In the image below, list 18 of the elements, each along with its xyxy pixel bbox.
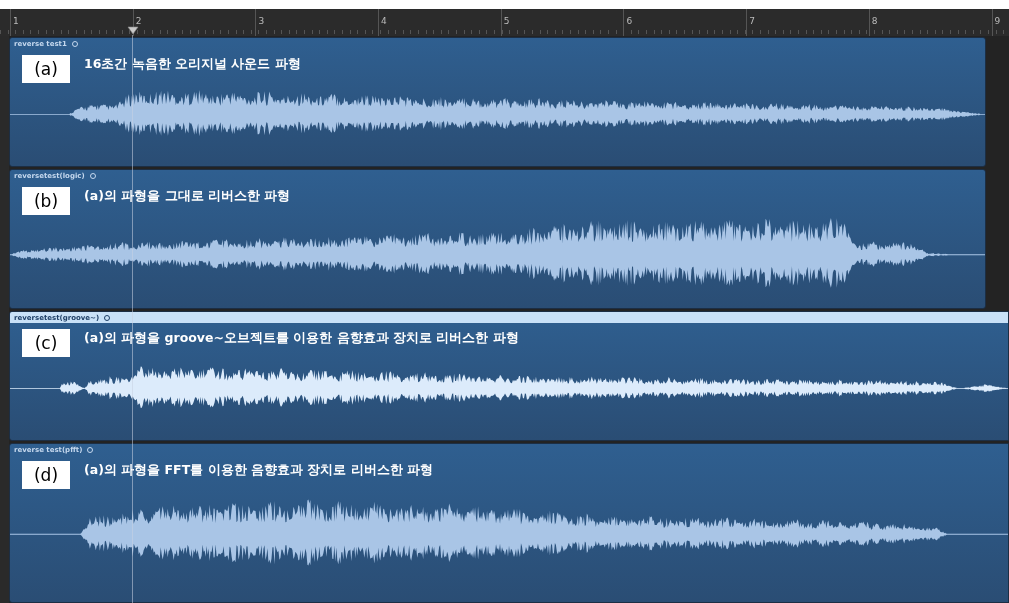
region-label: (d)	[22, 461, 70, 489]
region-label: (c)	[22, 329, 70, 357]
bar-number: 7	[748, 16, 755, 26]
timeline-ruler[interactable]: 1 2 3 4 5 6 7 8 9	[0, 9, 1009, 36]
region-label: (a)	[22, 55, 70, 83]
bar-number: 9	[993, 16, 1001, 26]
bar-number: 2	[134, 16, 142, 26]
bar-number: 5	[502, 16, 510, 26]
bar-number: 1	[12, 16, 19, 26]
region-caption: (a)의 파형을 groove~오브젝트를 이용한 음향효과 장치로 리버스한 파형	[84, 329, 519, 347]
bar-number: 8	[870, 16, 878, 26]
region-caption: (a)의 파형을 그대로 리버스한 파형	[84, 187, 291, 205]
region-label: (b)	[22, 187, 70, 215]
region-caption: (a)의 파형을 FFT를 이용한 음향효과 장치로 리버스한 파형	[84, 461, 433, 479]
bar-number: 3	[257, 16, 265, 26]
region-caption: 16초간 녹음한 오리지널 사운드 파형	[84, 55, 301, 73]
bar-number: 6	[625, 16, 633, 26]
bar-number: 4	[380, 16, 387, 26]
